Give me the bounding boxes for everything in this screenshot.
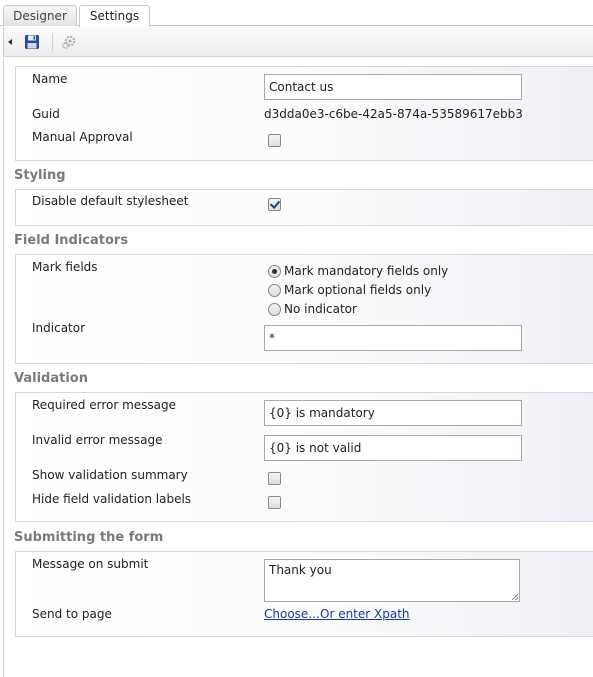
disable-stylesheet-checkbox[interactable] <box>268 198 281 211</box>
general-panel: Name Contact us Guid d3dda0e3-c6be-42a5-… <box>15 66 593 161</box>
enter-xpath-link[interactable]: Or enter Xpath <box>320 607 410 621</box>
submitting-heading: Submitting the form <box>14 530 164 545</box>
radio-no-indicator[interactable] <box>268 303 281 316</box>
tab-bar: Designer Settings <box>0 0 593 27</box>
resize-grip-icon[interactable] <box>512 594 518 600</box>
hide-labels-checkbox[interactable] <box>268 496 281 509</box>
invalid-error-input[interactable]: {0} is not valid <box>264 435 522 461</box>
tab-designer[interactable]: Designer <box>3 5 77 26</box>
field-indicators-panel: Mark fields Mark mandatory fields only M… <box>15 254 593 364</box>
styling-panel: Disable default stylesheet <box>15 189 593 226</box>
manual-approval-label: Manual Approval <box>32 130 133 144</box>
name-label: Name <box>32 72 68 86</box>
show-summary-checkbox[interactable] <box>268 472 281 485</box>
name-input[interactable]: Contact us <box>264 74 522 100</box>
radio-mark-optional[interactable] <box>268 284 281 297</box>
settings-content: Name Contact us Guid d3dda0e3-c6be-42a5-… <box>3 58 593 677</box>
message-on-submit-textarea[interactable]: Thank you <box>264 559 520 602</box>
message-on-submit-text: Thank you <box>269 563 332 577</box>
gear-icon[interactable] <box>61 34 77 50</box>
radio-mark-mandatory-label[interactable]: Mark mandatory fields only <box>284 264 448 278</box>
manual-approval-checkbox[interactable] <box>268 134 281 147</box>
mark-fields-label: Mark fields <box>32 260 98 274</box>
required-error-label: Required error message <box>32 398 177 412</box>
required-error-input[interactable]: {0} is mandatory <box>264 400 522 426</box>
show-summary-label: Show validation summary <box>32 468 188 482</box>
save-icon[interactable] <box>24 34 40 50</box>
indicator-label: Indicator <box>32 321 86 335</box>
submitting-panel: Message on submit Thank you Send to page… <box>15 551 593 637</box>
toolbar-separator <box>52 33 53 51</box>
styling-heading: Styling <box>14 168 66 183</box>
radio-mark-mandatory[interactable] <box>268 265 281 278</box>
collapse-arrow-icon[interactable] <box>8 39 12 45</box>
message-on-submit-label: Message on submit <box>32 557 149 571</box>
disable-stylesheet-label: Disable default stylesheet <box>32 194 189 208</box>
choose-link[interactable]: Choose... <box>264 607 320 621</box>
invalid-error-label: Invalid error message <box>32 433 163 447</box>
radio-mark-optional-label[interactable]: Mark optional fields only <box>284 283 431 297</box>
validation-heading: Validation <box>14 371 88 386</box>
hide-labels-label: Hide field validation labels <box>32 492 192 506</box>
validation-panel: Required error message {0} is mandatory … <box>15 392 593 522</box>
field-indicators-heading: Field Indicators <box>14 233 129 248</box>
send-to-page-label: Send to page <box>32 607 112 621</box>
toolbar <box>3 27 593 57</box>
guid-value: d3dda0e3-c6be-42a5-874a-53589617ebb3 <box>264 107 523 121</box>
radio-no-indicator-label[interactable]: No indicator <box>284 302 357 316</box>
tab-settings[interactable]: Settings <box>79 5 150 27</box>
indicator-input[interactable]: * <box>264 325 522 351</box>
guid-label: Guid <box>32 107 60 121</box>
